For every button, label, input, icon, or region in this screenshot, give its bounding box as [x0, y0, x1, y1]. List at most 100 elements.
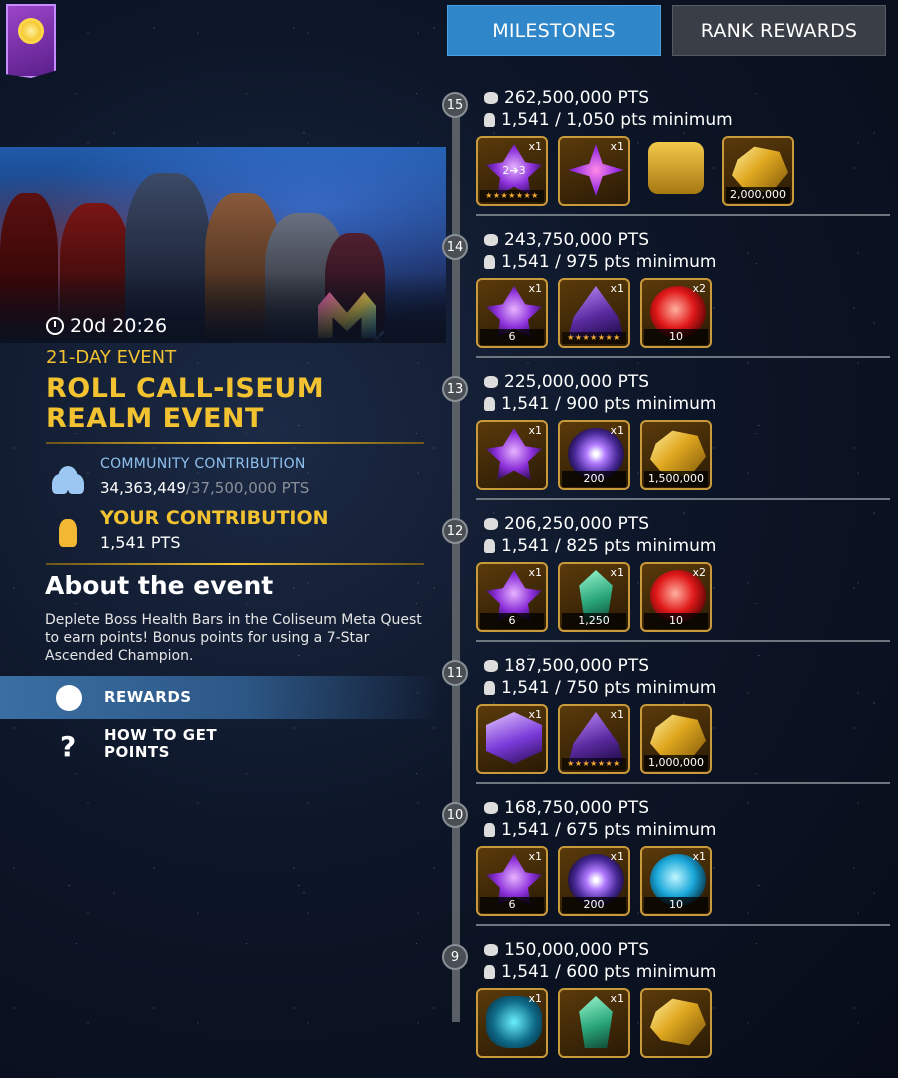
- chest-icon: [648, 142, 704, 194]
- milestone-number: 13: [442, 376, 468, 402]
- fist-icon: [484, 965, 495, 979]
- reward-item[interactable]: x2 10: [640, 562, 712, 632]
- reward-list: x1 x1 200 1,500,000: [476, 420, 712, 490]
- milestone-number: 11: [442, 660, 468, 686]
- reward-item[interactable]: [640, 988, 712, 1058]
- milestone-minimum: 1,541 / 600 pts minimum: [484, 962, 716, 982]
- reward-item[interactable]: [640, 136, 712, 206]
- reward-item[interactable]: x1 6: [476, 846, 548, 916]
- reward-count: 200: [562, 471, 626, 487]
- reward-quantity: x1: [610, 566, 624, 579]
- reward-quantity: x1: [528, 992, 542, 1005]
- reward-item[interactable]: x2 10: [640, 278, 712, 348]
- tab-milestones[interactable]: MILESTONES: [447, 5, 661, 56]
- reward-item[interactable]: x1: [476, 420, 548, 490]
- reward-list: x1 x1: [476, 988, 712, 1058]
- fist-icon: [484, 539, 495, 553]
- star-rating: ★★★★★★★: [480, 190, 544, 202]
- reward-quantity: x1: [528, 424, 542, 437]
- reward-item[interactable]: x1 200: [558, 846, 630, 916]
- question-mark-icon: ?: [60, 730, 77, 763]
- milestone-separator: [476, 498, 890, 500]
- reward-count: 2,000,000: [726, 187, 790, 203]
- milestone-minimum: 1,541 / 900 pts minimum: [484, 394, 716, 414]
- reward-item[interactable]: x1: [558, 136, 630, 206]
- reward-item[interactable]: 1,000,000: [640, 704, 712, 774]
- reward-list: 2➔3 x1 ★★★★★★★ x1 2,000,000: [476, 136, 794, 206]
- reward-count: 1,250: [562, 613, 626, 629]
- reward-list: x1 6 x1 ★★★★★★★ x2 10: [476, 278, 712, 348]
- event-banner-image: ✕: [0, 147, 446, 343]
- milestone-points: 150,000,000 PTS: [484, 940, 649, 960]
- reward-item[interactable]: x1 6: [476, 278, 548, 348]
- fist-icon: [484, 255, 495, 269]
- milestone-points: 187,500,000 PTS: [484, 656, 649, 676]
- milestone-number: 9: [442, 944, 468, 970]
- milestone-minimum: 1,541 / 825 pts minimum: [484, 536, 716, 556]
- reward-item[interactable]: x1: [476, 988, 548, 1058]
- tab-rank-rewards[interactable]: RANK REWARDS: [672, 5, 886, 56]
- reward-count: 6: [480, 329, 544, 345]
- menu-label: HOW TO GET POINTS: [104, 726, 218, 761]
- menu-item-rewards[interactable]: REWARDS: [0, 676, 440, 719]
- reward-quantity: x1: [528, 140, 542, 153]
- event-timer: 20d 20:26: [46, 315, 167, 337]
- reward-item[interactable]: x1: [476, 704, 548, 774]
- reward-count: 200: [562, 897, 626, 913]
- reward-item[interactable]: x1 1,250: [558, 562, 630, 632]
- reward-count: 1,500,000: [644, 471, 708, 487]
- reward-item[interactable]: x1 200: [558, 420, 630, 490]
- community-icon: [52, 462, 84, 494]
- reward-count: 1,000,000: [644, 755, 708, 771]
- reward-quantity: x1: [610, 424, 624, 437]
- fist-icon: [52, 515, 84, 547]
- milestone-points: 262,500,000 PTS: [484, 88, 649, 108]
- milestone-separator: [476, 640, 890, 642]
- milestone-number: 14: [442, 234, 468, 260]
- milestone-separator: [476, 214, 890, 216]
- stopwatch-icon: [46, 317, 64, 335]
- community-icon: [484, 518, 498, 530]
- milestone-points: 243,750,000 PTS: [484, 230, 649, 250]
- reward-count: 10: [644, 329, 708, 345]
- fist-icon: [484, 681, 495, 695]
- divider: [46, 442, 424, 444]
- your-contribution-label: YOUR CONTRIBUTION: [100, 507, 329, 529]
- milestone-number: 15: [442, 92, 468, 118]
- reward-count: 6: [480, 613, 544, 629]
- timer-value: 20d 20:26: [70, 315, 168, 337]
- menu-item-how-to-get-points[interactable]: ? HOW TO GET POINTS: [0, 724, 440, 769]
- reward-count: 10: [644, 897, 708, 913]
- reward-item[interactable]: x1 ★★★★★★★: [558, 278, 630, 348]
- fist-icon: [484, 397, 495, 411]
- your-contribution-value: 1,541 PTS: [100, 533, 181, 552]
- reward-list: x1 6 x1 1,250 x2 10: [476, 562, 712, 632]
- divider: [46, 563, 424, 565]
- reward-item[interactable]: x1 ★★★★★★★: [558, 704, 630, 774]
- milestone-minimum: 1,541 / 1,050 pts minimum: [484, 110, 733, 130]
- reward-quantity: x1: [610, 282, 624, 295]
- reward-quantity: x2: [692, 566, 706, 579]
- reward-item[interactable]: x1: [558, 988, 630, 1058]
- reward-item[interactable]: 2,000,000: [722, 136, 794, 206]
- reward-list: x1 x1 ★★★★★★★ 1,000,000: [476, 704, 712, 774]
- reward-item[interactable]: 1,500,000: [640, 420, 712, 490]
- community-icon: [484, 234, 498, 246]
- milestone-minimum: 1,541 / 675 pts minimum: [484, 820, 716, 840]
- reward-item[interactable]: 2➔3 x1 ★★★★★★★: [476, 136, 548, 206]
- reward-count: 6: [480, 897, 544, 913]
- reward-item[interactable]: x1 10: [640, 846, 712, 916]
- reward-quantity: x1: [610, 140, 624, 153]
- community-icon: [484, 376, 498, 388]
- fist-icon: [484, 113, 495, 127]
- milestone-points: 206,250,000 PTS: [484, 514, 649, 534]
- reward-item[interactable]: x1 6: [476, 562, 548, 632]
- event-badge-icon[interactable]: [6, 4, 56, 78]
- reward-quantity: x1: [528, 566, 542, 579]
- community-icon: [484, 660, 498, 672]
- reward-quantity: x1: [528, 708, 542, 721]
- about-text: Deplete Boss Health Bars in the Coliseum…: [45, 612, 422, 664]
- fist-icon: [484, 823, 495, 837]
- reward-list: x1 6 x1 200 x1 10: [476, 846, 712, 916]
- reward-quantity: x1: [610, 850, 624, 863]
